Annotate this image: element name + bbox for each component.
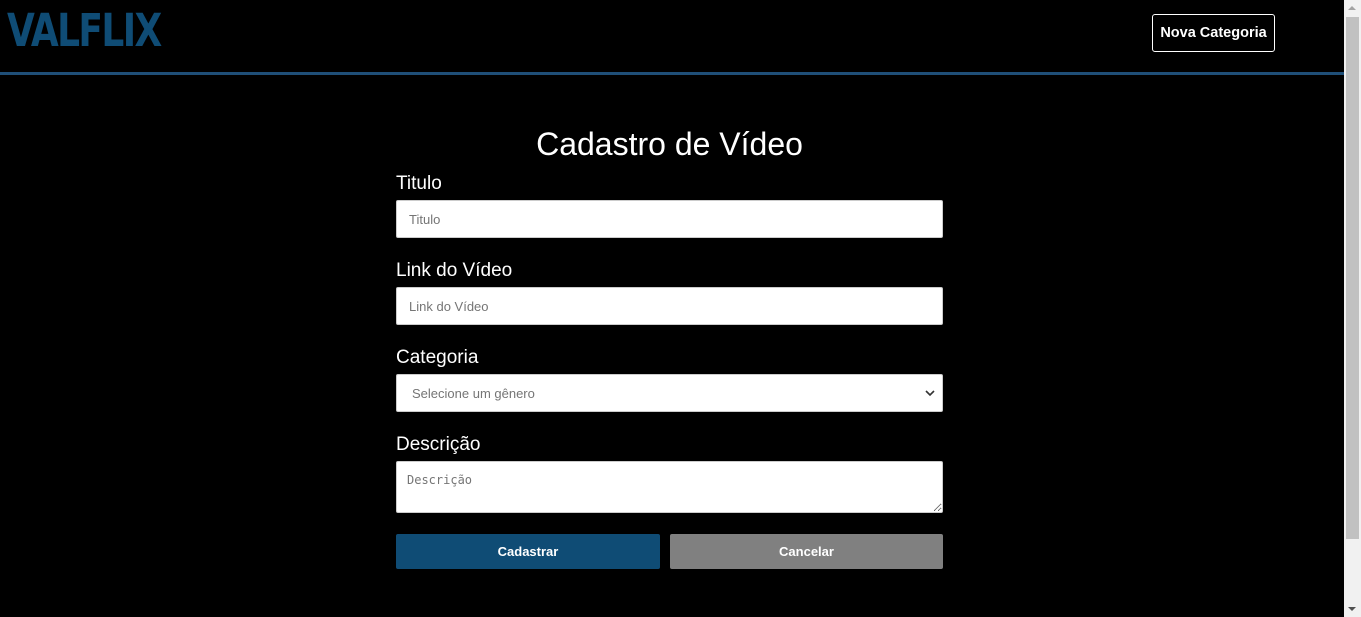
vertical-scrollbar[interactable]	[1344, 0, 1361, 617]
video-link-field: Link do Vídeo	[396, 255, 943, 325]
description-textarea[interactable]	[396, 461, 943, 513]
category-select[interactable]: Selecione um gênero	[396, 374, 943, 412]
title-label: Titulo	[396, 173, 442, 194]
page: VALFLIX Nova Categoria Cadastro de Vídeo…	[0, 0, 1344, 617]
description-field: Descrição	[396, 429, 943, 513]
scroll-down-icon[interactable]	[1348, 607, 1356, 611]
description-label: Descrição	[396, 434, 481, 455]
title-input[interactable]	[396, 200, 943, 238]
category-select-value: Selecione um gênero	[412, 386, 535, 401]
scroll-up-icon[interactable]	[1348, 6, 1356, 10]
submit-button[interactable]: Cadastrar	[396, 534, 660, 569]
form-actions: Cadastrar Cancelar	[396, 534, 943, 569]
logo[interactable]: VALFLIX	[7, 4, 162, 58]
chevron-down-icon	[925, 390, 935, 397]
category-field: Categoria Selecione um gênero	[396, 342, 943, 412]
video-link-label: Link do Vídeo	[396, 260, 513, 281]
cancel-button[interactable]: Cancelar	[670, 534, 943, 569]
page-title: Cadastro de Vídeo	[536, 126, 803, 162]
title-field: Titulo	[396, 168, 943, 238]
header: VALFLIX Nova Categoria	[0, 0, 1344, 75]
video-link-input[interactable]	[396, 287, 943, 325]
new-category-button[interactable]: Nova Categoria	[1152, 14, 1275, 52]
category-label: Categoria	[396, 347, 479, 368]
scroll-thumb[interactable]	[1346, 17, 1359, 539]
video-form: Cadastro de Vídeo Titulo Link do Vídeo C…	[396, 120, 943, 569]
